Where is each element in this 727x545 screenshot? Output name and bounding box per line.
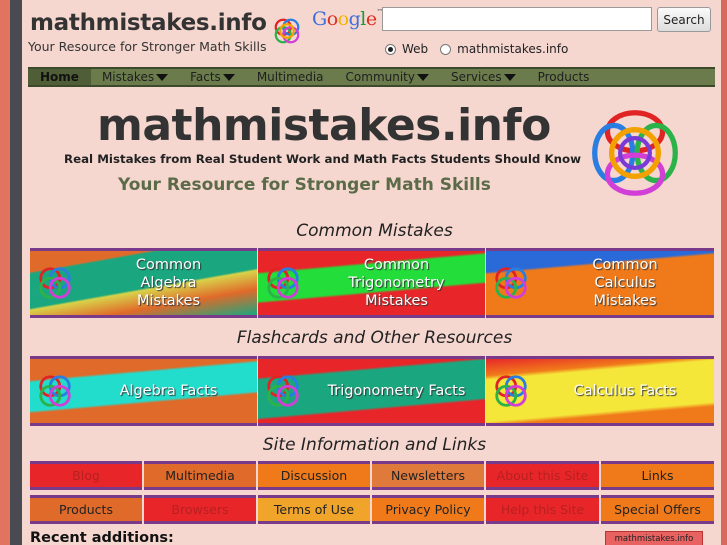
tile-line: Trigonometry (348, 275, 445, 291)
tile-line: Calculus (594, 275, 656, 291)
nav-facts-label: Facts (190, 70, 221, 84)
chevron-down-icon (416, 73, 429, 81)
tile-line: Algebra (140, 275, 197, 291)
link-multimedia[interactable]: Multimedia (144, 461, 256, 490)
knot-logo-icon[interactable] (272, 16, 302, 46)
nav-community-label: Community (345, 70, 415, 84)
nav-services[interactable]: Services (440, 69, 527, 85)
knot-icon (495, 267, 527, 299)
nav-multimedia[interactable]: Multimedia (246, 69, 335, 85)
nav-products[interactable]: Products (527, 69, 601, 85)
site-title[interactable]: mathmistakes.info (30, 10, 267, 36)
left-dark-border (10, 0, 22, 545)
link-terms-of-use[interactable]: Terms of Use (258, 495, 370, 524)
link-discussion[interactable]: Discussion (258, 461, 370, 490)
section-heading-site-info: Site Information and Links (262, 435, 487, 455)
tile-line: Common (363, 257, 430, 273)
nav-mistakes[interactable]: Mistakes (91, 69, 179, 85)
site-tagline: Your Resource for Stronger Math Skills (28, 39, 267, 54)
knot-icon (267, 375, 299, 407)
radio-site[interactable] (440, 43, 452, 55)
tile-label: Common Calculus Mistakes (536, 251, 714, 315)
tile-trigonometry-facts[interactable]: Trigonometry Facts (258, 356, 485, 426)
section-heading-flashcards: Flashcards and Other Resources (236, 328, 513, 348)
banner-title: mathmistakes.info (97, 100, 551, 151)
section-heading-common-mistakes: Common Mistakes (296, 221, 453, 241)
chevron-down-icon (156, 73, 169, 81)
radio-web[interactable] (385, 43, 396, 55)
tile-line: Mistakes (593, 293, 657, 309)
link-special-offers[interactable]: Special Offers (601, 495, 714, 524)
radio-site-label: mathmistakes.info (457, 42, 569, 56)
knot-icon (39, 267, 71, 299)
knot-logo-large-icon (592, 110, 678, 196)
link-about-this-site[interactable]: About this Site (486, 461, 599, 490)
knot-icon (495, 375, 527, 407)
tile-common-calculus-mistakes[interactable]: Common Calculus Mistakes (486, 248, 714, 318)
link-newsletters[interactable]: Newsletters (372, 461, 484, 490)
link-products[interactable]: Products (30, 495, 142, 524)
nav-mistakes-label: Mistakes (101, 70, 155, 84)
search-button[interactable]: Search (657, 7, 711, 32)
tile-common-algebra-mistakes[interactable]: Common Algebra Mistakes (30, 248, 257, 318)
tile-label: Algebra Facts (119, 383, 218, 399)
tile-line: Mistakes (136, 293, 201, 309)
right-frame-strip (721, 0, 727, 545)
tile-label: Common Trigonometry Mistakes (308, 251, 485, 315)
tile-label: Common Algebra Mistakes (80, 251, 257, 315)
page-container: mathmistakes.info Your Resource for Stro… (22, 0, 727, 545)
tile-line: Common (592, 257, 658, 273)
search-input[interactable] (382, 7, 652, 31)
knot-icon (267, 267, 299, 299)
chevron-down-icon (222, 73, 235, 81)
left-frame-strip (0, 0, 10, 545)
banner-tagline: Your Resource for Stronger Math Skills (118, 175, 491, 195)
link-browsers[interactable]: Browsers (144, 495, 256, 524)
tile-label: Trigonometry Facts (327, 383, 466, 399)
radio-web-label: Web (402, 42, 429, 56)
tile-label: Calculus Facts (573, 383, 677, 399)
nav-community[interactable]: Community (335, 69, 440, 85)
tile-algebra-facts[interactable]: Algebra Facts (30, 356, 257, 426)
chevron-down-icon (503, 73, 516, 81)
knot-icon (39, 375, 71, 407)
store-badge[interactable]: mathmistakes.info store (605, 531, 703, 545)
link-privacy-policy[interactable]: Privacy Policy (372, 495, 484, 524)
search-scope-options: Web mathmistakes.info (385, 42, 568, 56)
link-blog[interactable]: Blog (30, 461, 142, 490)
recent-additions-heading: Recent additions: (30, 530, 174, 545)
main-nav: Home Mistakes Facts Multimedia Community… (28, 67, 715, 87)
nav-home[interactable]: Home (28, 69, 91, 85)
nav-services-label: Services (450, 70, 502, 84)
google-logo: Google™ (312, 8, 384, 30)
tile-common-trigonometry-mistakes[interactable]: Common Trigonometry Mistakes (258, 248, 485, 318)
tile-calculus-facts[interactable]: Calculus Facts (486, 356, 714, 426)
link-help-this-site[interactable]: Help this Site (486, 495, 599, 524)
tile-line: Common (135, 257, 202, 273)
link-links[interactable]: Links (601, 461, 714, 490)
banner-subtitle: Real Mistakes from Real Student Work and… (64, 152, 582, 166)
tile-line: Mistakes (364, 293, 428, 309)
nav-facts[interactable]: Facts (179, 69, 246, 85)
